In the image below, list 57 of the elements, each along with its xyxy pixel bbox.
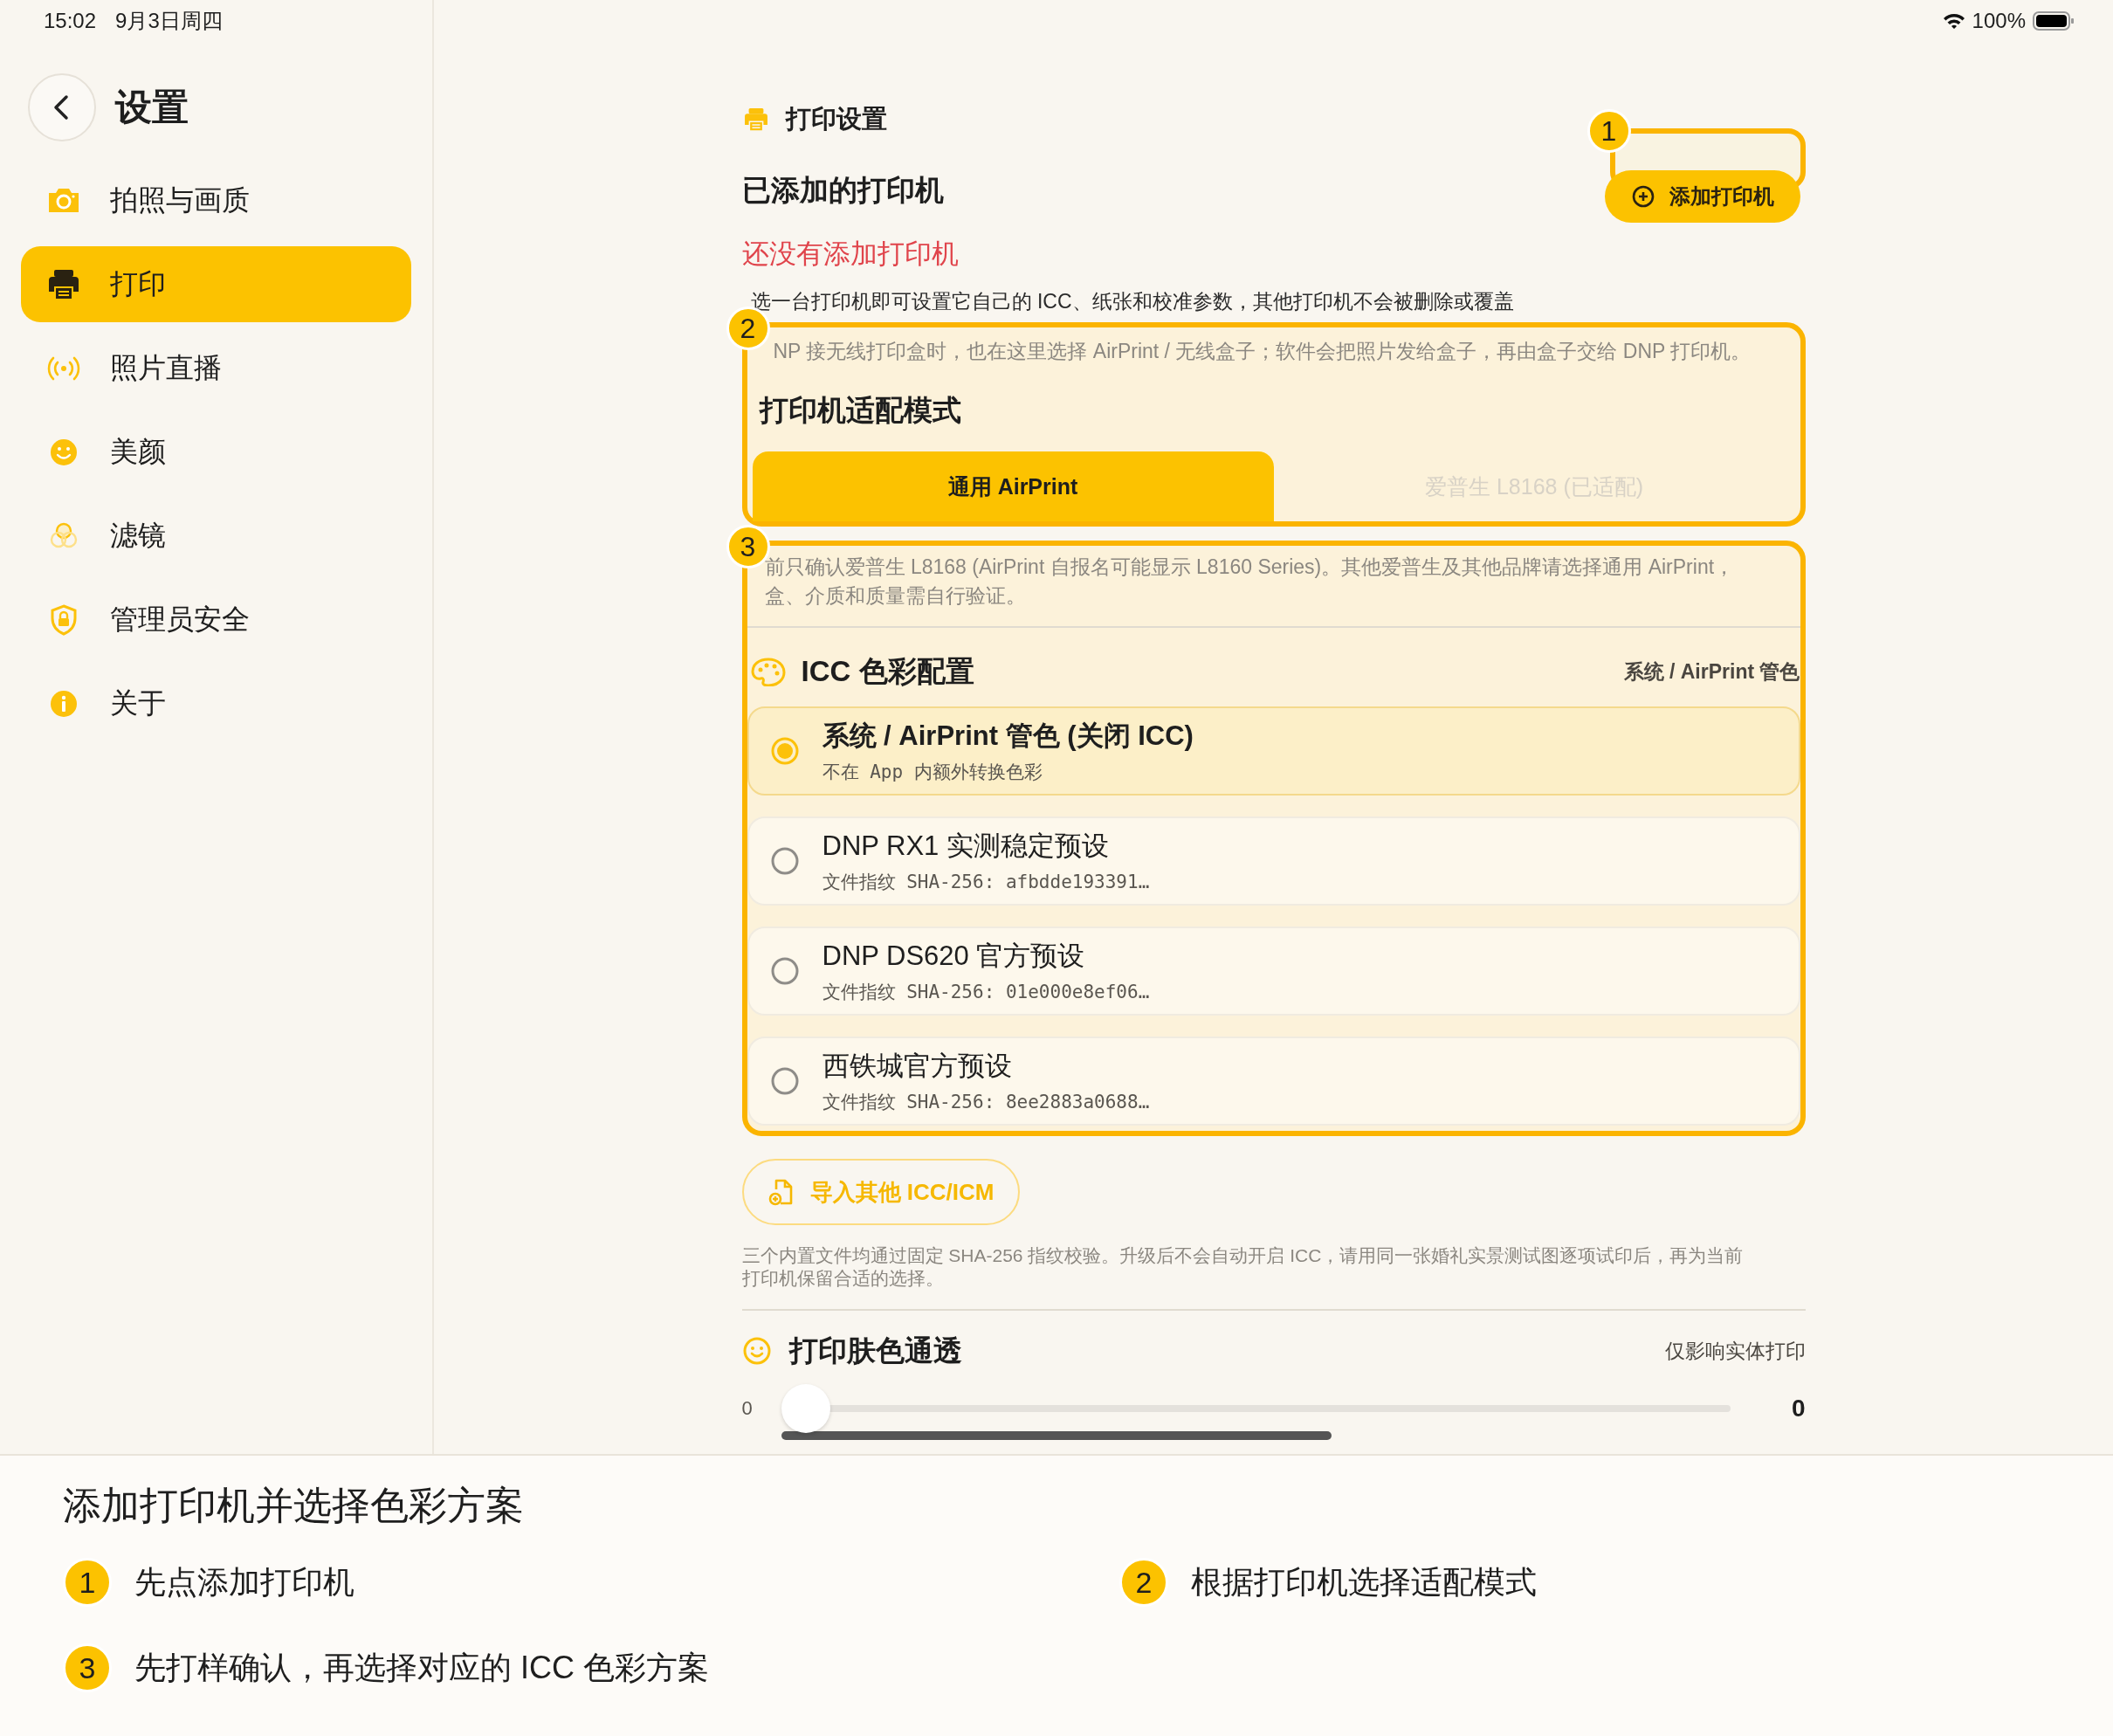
radio-icon [769,846,800,876]
slider-thumb[interactable] [781,1384,830,1433]
battery-icon [2033,11,2075,31]
profile-detail: 文件指纹 SHA-256: afbdde193391… [822,871,1150,894]
wifi-icon [1942,12,1965,30]
sidebar-item[interactable]: 滤镜 [21,498,411,574]
radio-icon [769,736,800,766]
profile-name: 西铁城官方预设 [822,1050,1013,1083]
sidebar-item[interactable]: 关于 [21,665,411,741]
printers-heading: 已添加的打印机 [741,172,944,208]
mode-option-tab[interactable]: 通用 AirPrint [752,451,1274,521]
profile-name: 系统 / AirPrint 管色 (关闭 ICC) [822,720,1194,753]
profile-option[interactable]: DNP RX1 实测稳定预设 文件指纹 SHA-256: afbdde193391… [747,816,1800,906]
sidebar-item[interactable]: 管理员安全 [21,582,411,658]
hint-text: NP 接无线打印盒时，也在这里选择 AirPrint / 无线盒子；软件会把照片发给盒子，再由盒子交给 DNP 打印机。 [772,339,1752,364]
profile-name: DNP DS620 官方预设 [822,940,1086,973]
status-date: 9月3日周四 [115,8,223,34]
profile-detail: 文件指纹 SHA-256: 8ee2883a0688… [822,1091,1150,1114]
empty-state-text: 还没有添加打印机 [741,238,960,271]
step-number: 3 [63,1643,112,1692]
step-text: 先打样确认，再选择对应的 ICC 色彩方案 [134,1648,709,1687]
profile-name: DNP RX1 实测稳定预设 [822,830,1110,863]
profile-detail: 文件指纹 SHA-256: 01e000e8ef06… [822,981,1150,1004]
caption-title: 添加打印机并选择色彩方案 [63,1483,525,1528]
slider-min-label: 0 [741,1397,754,1420]
radio-icon [769,956,800,986]
step-text: 根据打印机选择适配模式 [1191,1562,1537,1602]
step-number: 2 [1119,1558,1168,1607]
profile-option[interactable]: DNP DS620 官方预设 文件指纹 SHA-256: 01e000e8ef06… [747,927,1800,1016]
plus-circle-icon [1630,184,1655,209]
current-profile-label: 系统 / AirPrint 管色 [1623,658,1800,685]
sidebar-title: 设置 [115,86,189,129]
file-plus-icon [767,1178,795,1206]
scope-label: 仅影响实体打印 [1664,1338,1806,1364]
sidebar-item[interactable]: 拍照与画质 [21,162,411,238]
battery-percent: 100% [1972,9,2026,33]
sidebar-item[interactable]: 照片直播 [21,330,411,406]
status-time: 15:02 [44,9,97,33]
profile-option[interactable]: 西铁城官方预设 文件指纹 SHA-256: 8ee2883a0688… [747,1037,1800,1126]
sidebar-item[interactable]: 打印 [21,246,411,322]
slider-track[interactable] [781,1382,1731,1435]
profile-detail: 不在 App 内额外转换色彩 [822,761,1043,784]
sidebar-item[interactable]: 美颜 [21,414,411,490]
step-text: 先点添加打印机 [134,1562,354,1602]
smiley-icon [741,1336,772,1366]
profile-option[interactable]: 系统 / AirPrint 管色 (关闭 ICC) 不在 App 内额外转换色彩 [747,706,1800,796]
skin-heading: 打印肤色通透 [788,1333,962,1368]
icc-heading: ICC 色彩配置 [801,653,974,689]
radio-icon [769,1066,800,1096]
footnote-text: 三个内置文件均通过固定 SHA-256 指纹校验。升级后不会自动开启 ICC，请用同一张婚礼实景测试图逐项试印后，再为当前 打印机保留合适的选择。 [741,1244,1745,1290]
palette-icon [750,657,786,686]
section-title: 打印设置 [785,104,887,134]
add-printer-button[interactable]: 添加打印机 [1604,170,1800,223]
mode-heading: 打印机适配模式 [759,393,962,428]
callout-number: 1 [1586,109,1631,153]
slider-value: 0 [1791,1395,1806,1423]
step-number: 1 [63,1558,112,1607]
